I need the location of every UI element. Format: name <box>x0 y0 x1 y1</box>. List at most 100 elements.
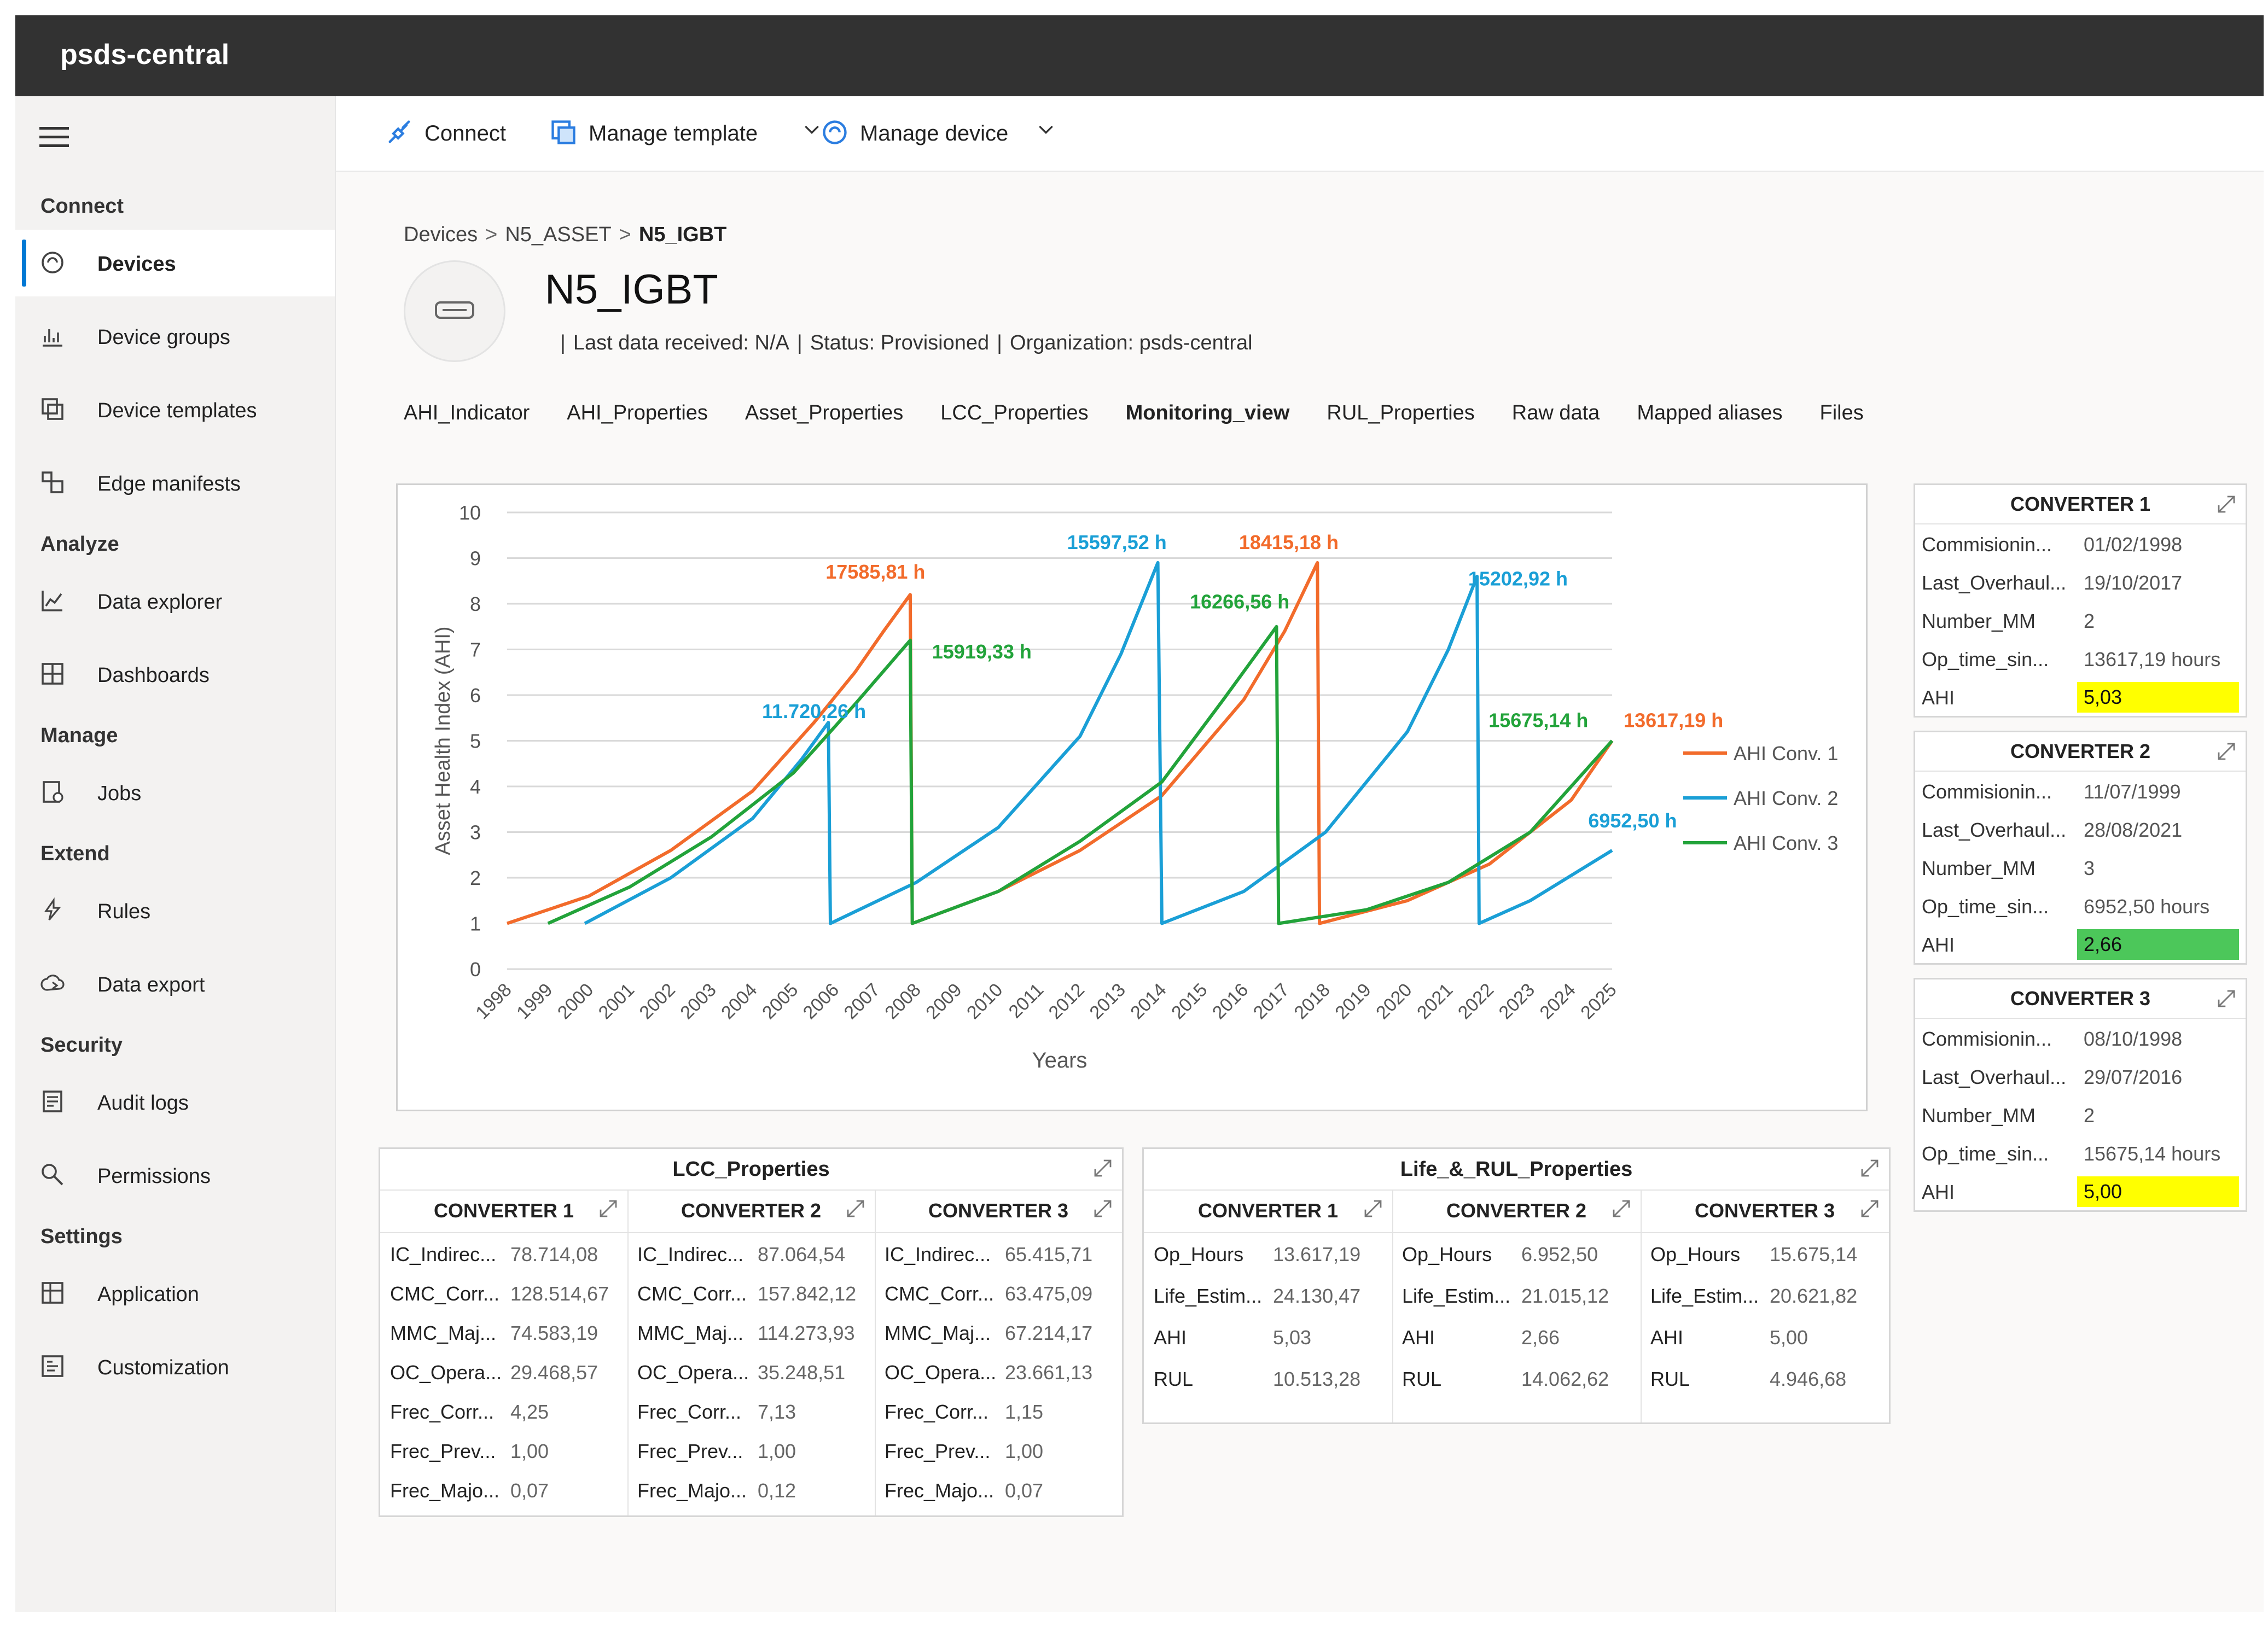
ahi-value: 2,66 <box>2077 929 2239 960</box>
y-tick-label: 2 <box>470 867 481 889</box>
sidebar-item-application[interactable]: Application <box>15 1260 335 1327</box>
expand-icon[interactable] <box>1610 1197 1633 1220</box>
property-name: CMC_Corr... <box>637 1282 747 1305</box>
tab-monitoring-view[interactable]: Monitoring_view <box>1126 401 1290 425</box>
property-value: 13.617,19 <box>1273 1243 1361 1266</box>
property-value: 78.714,08 <box>510 1243 598 1266</box>
hamburger-menu-icon[interactable] <box>39 127 69 149</box>
property-row: CMC_Corr... 63.475,09 <box>875 1273 1122 1312</box>
property-row: Life_Estim... 20.621,82 <box>1641 1275 1889 1316</box>
x-tick-label: 2015 <box>1167 979 1211 1023</box>
expand-icon[interactable] <box>2215 493 2238 516</box>
converter-property-row: Number_MM 3 <box>1915 848 2246 887</box>
x-tick-label: 2013 <box>1086 979 1130 1023</box>
property-value: 2,66 <box>1521 1326 1560 1349</box>
tab-raw-data[interactable]: Raw data <box>1512 401 1600 425</box>
sidebar-item-jobs[interactable]: Jobs <box>15 759 335 826</box>
expand-icon[interactable] <box>1858 1197 1881 1220</box>
expand-icon[interactable] <box>1091 1197 1114 1220</box>
breadcrumb-devices[interactable]: Devices <box>404 223 478 246</box>
sidebar-item-rules[interactable]: Rules <box>15 877 335 944</box>
sidebar-item-edge-manifests[interactable]: Edge manifests <box>15 450 335 516</box>
breadcrumb-asset[interactable]: N5_ASSET <box>505 223 611 246</box>
sidebar-section-connect: Connect <box>40 195 124 218</box>
tab-files[interactable]: Files <box>1819 401 1863 425</box>
sidebar-item-label: Application <box>97 1283 199 1306</box>
sidebar-item-data-export[interactable]: Data export <box>15 950 335 1017</box>
y-tick-label: 3 <box>470 821 481 844</box>
converter-property-row: Op_time_sin... 6952,50 hours <box>1915 887 2246 925</box>
converter-property-row: Number_MM 2 <box>1915 1095 2246 1134</box>
expand-icon[interactable] <box>1858 1157 1881 1180</box>
ahi-chart-tile: 0 1 2 3 4 5 6 7 8 9 10 1998 1999 2000 2001 2002 2003 2004… <box>396 483 1868 1111</box>
customization-icon <box>42 1355 63 1377</box>
converter-property-row: Last_Overhaul... 28/08/2021 <box>1915 810 2246 848</box>
x-tick-label: 2025 <box>1577 979 1620 1023</box>
sidebar-item-device-templates[interactable]: Device templates <box>15 376 335 443</box>
expand-icon[interactable] <box>844 1197 867 1220</box>
property-row: MMC_Maj... 67.214,17 <box>875 1312 1122 1351</box>
y-tick-label: 8 <box>470 593 481 615</box>
chevron-down-icon <box>805 125 819 135</box>
sidebar-item-audit-logs[interactable]: Audit logs <box>15 1069 335 1135</box>
expand-icon[interactable] <box>1362 1197 1385 1220</box>
lcc-panel-title: LCC_Properties <box>380 1149 1122 1191</box>
property-value: 6952,50 hours <box>2084 895 2210 918</box>
tab-rul-properties[interactable]: RUL_Properties <box>1327 401 1474 425</box>
expand-icon[interactable] <box>2215 740 2238 763</box>
tab-ahi-indicator[interactable]: AHI_Indicator <box>404 401 530 425</box>
sidebar-section-analyze: Analyze <box>40 533 119 556</box>
sidebar-item-device-groups[interactable]: Device groups <box>15 303 335 370</box>
converter-property-row: Commisionin... 08/10/1998 <box>1915 1019 2246 1057</box>
legend-entry-1: AHI Conv. 1 <box>1734 742 1838 765</box>
last-data-received: Last data received: N/A <box>573 331 789 354</box>
sidebar-item-permissions[interactable]: Permissions <box>15 1142 335 1209</box>
expand-icon[interactable] <box>2215 987 2238 1010</box>
expand-icon[interactable] <box>597 1197 620 1220</box>
sidebar-item-devices[interactable]: Devices <box>15 230 335 296</box>
connect-label: Connect <box>424 121 506 145</box>
property-value: 08/10/1998 <box>2084 1028 2183 1050</box>
tab-mapped-aliases[interactable]: Mapped aliases <box>1637 401 1782 425</box>
column-header: CONVERTER 1 <box>1144 1189 1392 1233</box>
column-header-text: CONVERTER 2 <box>681 1199 822 1222</box>
y-tick-label: 7 <box>470 639 481 661</box>
y-axis-label: Asset Health Index (AHI) <box>432 626 455 855</box>
x-tick-label: 2000 <box>554 979 597 1023</box>
property-value: 29/07/2016 <box>2084 1066 2183 1088</box>
property-name: Number_MM <box>1922 610 2036 632</box>
tab-asset-properties[interactable]: Asset_Properties <box>745 401 903 425</box>
property-row: OC_Opera... 29.468,57 <box>380 1351 627 1391</box>
device-avatar <box>404 260 505 362</box>
property-value: 5,00 <box>1770 1326 1808 1349</box>
property-value: 24.130,47 <box>1273 1285 1361 1307</box>
sidebar-item-customization[interactable]: Customization <box>15 1333 335 1400</box>
property-name: Life_Estim... <box>1154 1285 1263 1307</box>
property-name: IC_Indirec... <box>885 1243 991 1266</box>
property-value: 2 <box>2084 1104 2095 1127</box>
expand-icon[interactable] <box>1091 1157 1114 1180</box>
converter-card-title: CONVERTER 3 <box>1915 979 2246 1019</box>
data-export-icon <box>40 975 65 991</box>
property-name: Op_Hours <box>1154 1243 1244 1266</box>
tab-ahi-properties[interactable]: AHI_Properties <box>567 401 708 425</box>
legend-entry-2: AHI Conv. 2 <box>1734 787 1838 809</box>
property-value: 0,12 <box>758 1479 796 1502</box>
permissions-icon <box>42 1164 63 1186</box>
property-name: Number_MM <box>1922 857 2036 879</box>
property-name: Commisionin... <box>1922 533 2052 556</box>
property-value: 5,03 <box>1273 1326 1312 1349</box>
property-value: 1,00 <box>510 1440 549 1462</box>
breadcrumb-current: N5_IGBT <box>638 223 727 246</box>
property-value: 19/10/2017 <box>2084 572 2183 594</box>
sidebar-item-data-explorer[interactable]: Data explorer <box>15 568 335 634</box>
app-title: psds-central <box>60 39 230 71</box>
property-name: OC_Opera... <box>390 1361 502 1384</box>
series-line-3 <box>547 625 1614 925</box>
tab-lcc-properties[interactable]: LCC_Properties <box>940 401 1088 425</box>
x-tick-label: 2011 <box>1005 979 1048 1023</box>
main-content: Connect Manage template Manage device De… <box>336 96 2264 1612</box>
sidebar: Connect Devices Device groups Device templa… <box>15 96 336 1612</box>
sidebar-item-dashboards[interactable]: Dashboards <box>15 641 335 708</box>
property-name: RUL <box>1402 1368 1442 1390</box>
